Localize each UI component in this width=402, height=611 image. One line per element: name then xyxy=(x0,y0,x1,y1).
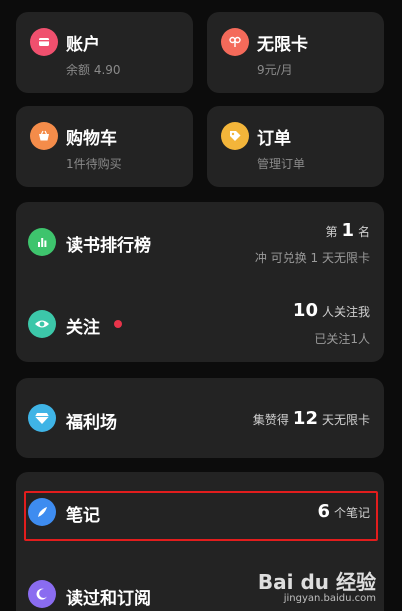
tag-icon xyxy=(221,122,249,150)
ranking-follow-card: 读书排行榜 第 1 名 冲 可兑换 1 天无限卡 关注 10 人关注我 已关注1… xyxy=(16,202,384,362)
rank-prefix: 第 xyxy=(325,225,338,239)
cart-count: 1件待购买 xyxy=(66,157,122,171)
bar-chart-icon xyxy=(28,228,56,256)
welfare-title: 福利场 xyxy=(66,413,117,433)
history-title: 读过和订阅 xyxy=(66,589,151,609)
ranking-rank: 第 1 名 xyxy=(325,220,370,241)
follow-row[interactable]: 关注 10 人关注我 已关注1人 xyxy=(16,282,384,362)
notes-highlight-box xyxy=(24,491,378,541)
moon-icon xyxy=(28,580,56,608)
follow-title: 关注 xyxy=(66,318,100,338)
orders-subtitle: 管理订单 xyxy=(257,157,306,171)
followers-value: 10 xyxy=(292,300,318,321)
orders-title: 订单 xyxy=(257,129,291,149)
welfare-card[interactable]: 福利场 集赞得 12 天无限卡 xyxy=(16,378,384,458)
welfare-reward: 集赞得 12 天无限卡 xyxy=(253,408,370,429)
eye-icon xyxy=(28,310,56,338)
unlimited-title: 无限卡 xyxy=(257,35,308,55)
cart-card[interactable]: 购物车 1件待购买 xyxy=(16,106,193,187)
orders-card[interactable]: 订单 管理订单 xyxy=(207,106,384,187)
account-balance: 余额 4.90 xyxy=(66,63,121,77)
diamond-icon xyxy=(28,404,56,432)
unlimited-price: 9元/月 xyxy=(257,63,293,77)
welfare-value: 12 xyxy=(292,408,318,429)
followers-suffix: 人关注我 xyxy=(321,305,370,319)
rank-suffix: 名 xyxy=(357,225,370,239)
watermark-brand: Bai du 经验 xyxy=(257,570,376,594)
ranking-title: 读书排行榜 xyxy=(66,236,151,256)
follow-notification-dot xyxy=(114,320,122,328)
wallet-icon xyxy=(30,28,58,56)
welfare-prefix: 集赞得 xyxy=(252,413,289,427)
baidu-watermark: Bai du 经验 jingyan.baidu.com xyxy=(258,566,376,604)
followers-count: 10 人关注我 xyxy=(293,300,370,321)
rank-value: 1 xyxy=(341,220,354,241)
ribbon-icon xyxy=(221,28,249,56)
cart-title: 购物车 xyxy=(66,129,117,149)
ranking-exchange: 冲 可兑换 1 天无限卡 xyxy=(254,251,370,265)
ranking-row[interactable]: 读书排行榜 第 1 名 冲 可兑换 1 天无限卡 xyxy=(16,202,384,282)
account-card[interactable]: 账户 余额 4.90 xyxy=(16,12,193,93)
following-count: 已关注1人 xyxy=(314,332,370,346)
basket-icon xyxy=(30,122,58,150)
account-title: 账户 xyxy=(66,35,100,55)
unlimited-card[interactable]: 无限卡 9元/月 xyxy=(207,12,384,93)
welfare-suffix: 天无限卡 xyxy=(321,413,370,427)
